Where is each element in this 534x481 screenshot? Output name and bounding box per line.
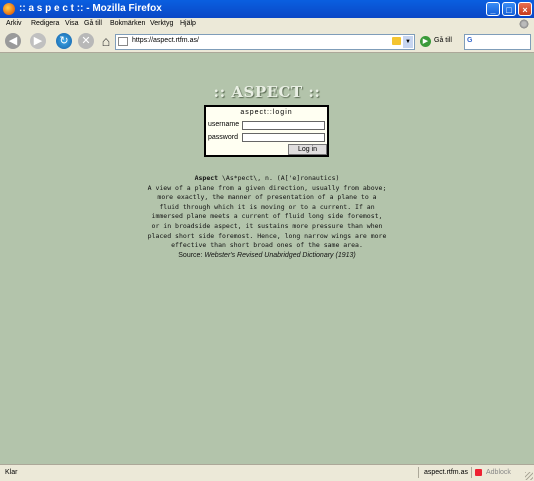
menu-bokmarken[interactable]: Bokmärken bbox=[110, 20, 145, 27]
status-divider bbox=[418, 467, 419, 478]
definition-header: Aspect \As*pect\, n. (A['e]ronautics) bbox=[130, 174, 404, 184]
throbber-icon bbox=[519, 19, 529, 29]
search-box[interactable]: G bbox=[464, 34, 531, 50]
site-logo: :: ASPECT :: bbox=[213, 83, 321, 101]
password-input[interactable] bbox=[242, 133, 325, 142]
page-favicon-icon bbox=[118, 37, 128, 46]
home-icon[interactable]: ⌂ bbox=[98, 33, 114, 49]
lock-icon[interactable] bbox=[392, 37, 401, 45]
source-prefix: Source: bbox=[178, 252, 205, 259]
google-icon[interactable]: G bbox=[467, 37, 472, 44]
definition-line: immersed plane meets a current of fluid … bbox=[151, 212, 383, 221]
forward-icon[interactable]: ▶ bbox=[30, 33, 46, 49]
window-title: :: a s p e c t :: - Mozilla Firefox bbox=[19, 3, 162, 14]
back-icon[interactable]: ◀ bbox=[5, 33, 21, 49]
definition-line: fluid through which it is moving or to a… bbox=[159, 202, 375, 211]
maximize-button[interactable]: □ bbox=[502, 2, 516, 16]
menu-visa[interactable]: Visa bbox=[65, 20, 79, 27]
definition-source: Source: Webster's Revised Unabridged Dic… bbox=[0, 252, 534, 259]
login-form: aspect::login username password Log in bbox=[204, 105, 329, 157]
firefox-icon bbox=[3, 3, 15, 15]
reload-icon[interactable]: ↻ bbox=[56, 33, 72, 49]
address-url[interactable]: https://aspect.rtfm.as/ bbox=[132, 37, 199, 44]
status-text: Klar bbox=[5, 469, 18, 476]
definition-line: placed short side foremost. Hence, long … bbox=[147, 231, 387, 240]
status-host[interactable]: aspect.rtfm.as bbox=[424, 469, 468, 476]
login-button[interactable]: Log in bbox=[288, 144, 327, 155]
go-icon[interactable]: ▶ bbox=[420, 36, 431, 47]
address-bar[interactable]: https://aspect.rtfm.as/ ▼ bbox=[115, 34, 415, 50]
adblock-icon[interactable] bbox=[475, 469, 482, 476]
username-input[interactable] bbox=[242, 121, 325, 130]
source-title: Webster's Revised Unabridged Dictionary … bbox=[204, 252, 356, 259]
password-label: password bbox=[208, 134, 238, 141]
go-button-label[interactable]: Gå till bbox=[434, 37, 452, 44]
minimize-button[interactable]: _ bbox=[486, 2, 500, 16]
stop-icon[interactable]: ✕ bbox=[78, 33, 94, 49]
adblock-label[interactable]: Adblock bbox=[486, 469, 511, 476]
menu-hjalp[interactable]: Hjälp bbox=[180, 20, 196, 27]
definition-line: A view of a plane from a given direction… bbox=[147, 183, 387, 192]
login-heading: aspect::login bbox=[240, 109, 293, 116]
status-bar: Klar aspect.rtfm.as Adblock bbox=[0, 464, 534, 481]
definition-line: or in broadside aspect, it sustains more… bbox=[151, 221, 383, 230]
definition-pronunciation: \As*pect\, n. (A['e]ronautics) bbox=[218, 174, 340, 182]
definition-text: Aspect \As*pect\, n. (A['e]ronautics) A … bbox=[130, 174, 404, 251]
menu-verktyg[interactable]: Verktyg bbox=[150, 20, 173, 27]
definition-line: effective than short broad ones of the s… bbox=[171, 241, 363, 250]
menu-ga-till[interactable]: Gå till bbox=[84, 20, 102, 27]
status-divider bbox=[471, 467, 472, 478]
username-label: username bbox=[208, 121, 240, 128]
definition-line: more exactly, the manner of presentation… bbox=[157, 193, 377, 202]
resize-grip-icon[interactable] bbox=[525, 472, 533, 480]
url-dropdown-icon[interactable]: ▼ bbox=[403, 36, 413, 48]
menu-bar: Arkiv Redigera Visa Gå till Bokmärken Ve… bbox=[0, 18, 534, 31]
close-button[interactable]: × bbox=[518, 2, 532, 16]
navigation-toolbar: ◀ ▶ ↻ ✕ ⌂ https://aspect.rtfm.as/ ▼ ▶ Gå… bbox=[0, 31, 534, 53]
menu-redigera[interactable]: Redigera bbox=[31, 20, 59, 27]
menu-arkiv[interactable]: Arkiv bbox=[6, 20, 22, 27]
title-bar: :: a s p e c t :: - Mozilla Firefox _ □ … bbox=[0, 0, 534, 18]
page-content: :: ASPECT :: aspect::login username pass… bbox=[0, 53, 534, 464]
definition-headword: Aspect bbox=[194, 174, 219, 182]
